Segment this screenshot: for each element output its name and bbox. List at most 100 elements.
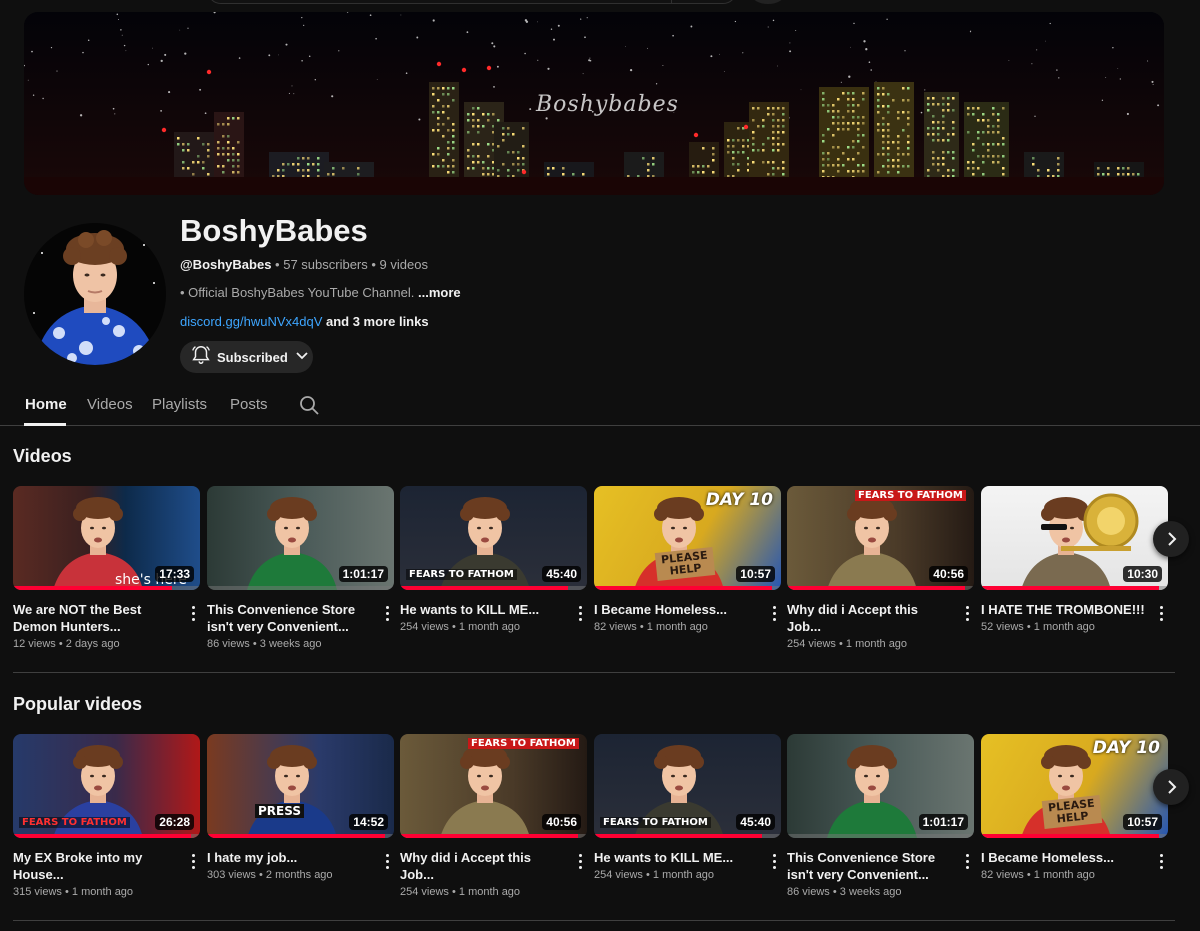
section-divider (13, 920, 1175, 921)
video-meta: 254 views • 1 month ago (400, 886, 521, 898)
more-vert-icon[interactable] (186, 851, 200, 871)
tab-playlists[interactable]: Playlists (152, 396, 207, 413)
chevron-right-icon[interactable] (1153, 769, 1189, 805)
video-thumbnail[interactable]: FEARS TO FATHOM 26:28 (13, 734, 200, 838)
video-thumbnail[interactable]: she's here 17:33 (13, 486, 200, 590)
channel-avatar[interactable] (24, 223, 166, 365)
video-title[interactable]: This Convenience Store isn't very Conven… (207, 601, 375, 635)
video-title[interactable]: I HATE THE TROMBONE!!! (981, 601, 1149, 618)
watch-progress-bar (981, 586, 1159, 590)
video-thumbnail[interactable]: FEARS TO FATHOM 45:40 (400, 486, 587, 590)
video-duration: 1:01:17 (918, 814, 968, 830)
banner-title: Boshybabes (536, 92, 679, 117)
more-vert-icon[interactable] (573, 603, 587, 623)
video-thumbnail[interactable]: DAY 10 PLEASE HELP 10:57 (594, 486, 781, 590)
search-bar[interactable] (207, 0, 737, 4)
thumbnail-caption: PRESS (255, 804, 304, 818)
video-card[interactable]: DAY 10 PLEASE HELP 10:57 I Became Homele… (981, 734, 1168, 881)
video-thumbnail[interactable]: FEARS TO FATHOM 40:56 (787, 486, 974, 590)
more-vert-icon[interactable] (380, 851, 394, 871)
thumbnail-caption: DAY 10 (1092, 738, 1160, 758)
video-thumbnail[interactable]: FEARS TO FATHOM 45:40 (594, 734, 781, 838)
video-thumbnail[interactable]: 10:30 (981, 486, 1168, 590)
video-title[interactable]: I Became Homeless... (594, 601, 762, 618)
video-title[interactable]: I hate my job... (207, 849, 375, 866)
upload-age: 1 month ago (1033, 621, 1095, 633)
video-thumbnail[interactable]: FEARS TO FATHOM 40:56 (400, 734, 587, 838)
video-card[interactable]: FEARS TO FATHOM 45:40 He wants to KILL M… (594, 734, 781, 881)
more-vert-icon[interactable] (960, 851, 974, 871)
video-meta: 303 views • 2 months ago (207, 869, 333, 881)
upload-age: 1 month ago (652, 869, 715, 881)
watch-progress-bar (981, 834, 1159, 838)
upload-age: 2 months ago (265, 869, 333, 881)
watch-progress-track (207, 586, 394, 590)
watch-progress-bar (400, 834, 578, 838)
video-card[interactable]: FEARS TO FATHOM 40:56 Why did i Accept t… (400, 734, 587, 898)
more-vert-icon[interactable] (573, 851, 587, 871)
more-vert-icon[interactable] (767, 603, 781, 623)
video-card[interactable]: FEARS TO FATHOM 40:56 Why did i Accept t… (787, 486, 974, 650)
view-count: 52 views (981, 621, 1024, 633)
video-card[interactable]: FEARS TO FATHOM 45:40 He wants to KILL M… (400, 486, 587, 633)
video-title[interactable]: We are NOT the Best Demon Hunters... (13, 601, 181, 635)
more-vert-icon[interactable] (186, 603, 200, 623)
upload-age: 3 weeks ago (839, 886, 902, 898)
video-thumbnail[interactable]: 1:01:17 (787, 734, 974, 838)
upload-age: 1 month ago (458, 621, 521, 633)
video-thumbnail[interactable]: 1:01:17 (207, 486, 394, 590)
video-card[interactable]: 1:01:17 This Convenience Store isn't ver… (207, 486, 394, 650)
video-title[interactable]: I Became Homeless... (981, 849, 1149, 866)
upload-age: 3 weeks ago (259, 638, 322, 650)
video-title[interactable]: This Convenience Store isn't very Conven… (787, 849, 955, 883)
discord-link[interactable]: discord.gg/hwuNVx4dqV (180, 314, 322, 329)
video-card[interactable]: DAY 10 PLEASE HELP 10:57 I Became Homele… (594, 486, 781, 633)
watch-progress-bar (594, 834, 763, 838)
voice-search-button[interactable] (752, 0, 784, 4)
channel-links: discord.gg/hwuNVx4dqV and 3 more links (180, 314, 429, 329)
tab-home[interactable]: Home (25, 396, 67, 413)
watch-progress-bar (13, 834, 191, 838)
upload-age: 1 month ago (458, 886, 521, 898)
more-vert-icon[interactable] (1154, 851, 1168, 871)
video-meta: 86 views • 3 weeks ago (787, 886, 902, 898)
video-meta: 315 views • 1 month ago (13, 886, 134, 898)
channel-description[interactable]: • Official BoshyBabes YouTube Channel. .… (180, 285, 461, 300)
video-duration: 45:40 (542, 566, 581, 582)
more-vert-icon[interactable] (767, 851, 781, 871)
tab-posts[interactable]: Posts (230, 396, 268, 413)
watch-progress-bar (207, 834, 385, 838)
tab-videos[interactable]: Videos (87, 396, 133, 413)
subscribed-button[interactable]: Subscribed (180, 341, 313, 373)
video-title[interactable]: He wants to KILL ME... (400, 601, 568, 618)
video-title[interactable]: He wants to KILL ME... (594, 849, 762, 866)
chevron-right-icon[interactable] (1153, 521, 1189, 557)
video-title[interactable]: My EX Broke into my House... (13, 849, 181, 883)
section-title-videos: Videos (13, 446, 72, 466)
video-card[interactable]: she's here 17:33 We are NOT the Best Dem… (13, 486, 200, 650)
more-vert-icon[interactable] (380, 603, 394, 623)
thumbnail-caption: FEARS TO FATHOM (600, 817, 711, 828)
video-title[interactable]: Why did i Accept this Job... (787, 601, 955, 635)
video-duration: 17:33 (155, 566, 194, 582)
watch-progress-bar (13, 586, 172, 590)
video-duration: 26:28 (155, 814, 194, 830)
video-thumbnail[interactable]: PRESS 14:52 (207, 734, 394, 838)
view-count: 86 views (207, 638, 250, 650)
watch-progress-bar (400, 586, 569, 590)
description-more-link[interactable]: ...more (418, 285, 461, 300)
upload-age: 1 month ago (845, 638, 908, 650)
video-title[interactable]: Why did i Accept this Job... (400, 849, 568, 883)
search-icon[interactable] (297, 393, 321, 422)
more-vert-icon[interactable] (960, 603, 974, 623)
more-vert-icon[interactable] (1154, 603, 1168, 623)
chevron-down-icon (294, 347, 310, 368)
video-card[interactable]: FEARS TO FATHOM 26:28 My EX Broke into m… (13, 734, 200, 898)
video-thumbnail[interactable]: DAY 10 PLEASE HELP 10:57 (981, 734, 1168, 838)
video-card[interactable]: 1:01:17 This Convenience Store isn't ver… (787, 734, 974, 898)
subscribed-label: Subscribed (217, 349, 288, 365)
watch-progress-bar (787, 586, 965, 590)
video-card[interactable]: PRESS 14:52 I hate my job... 303 views •… (207, 734, 394, 881)
more-links-button[interactable]: and 3 more links (326, 314, 429, 329)
video-card[interactable]: 10:30 I HATE THE TROMBONE!!! 52 views • … (981, 486, 1168, 633)
